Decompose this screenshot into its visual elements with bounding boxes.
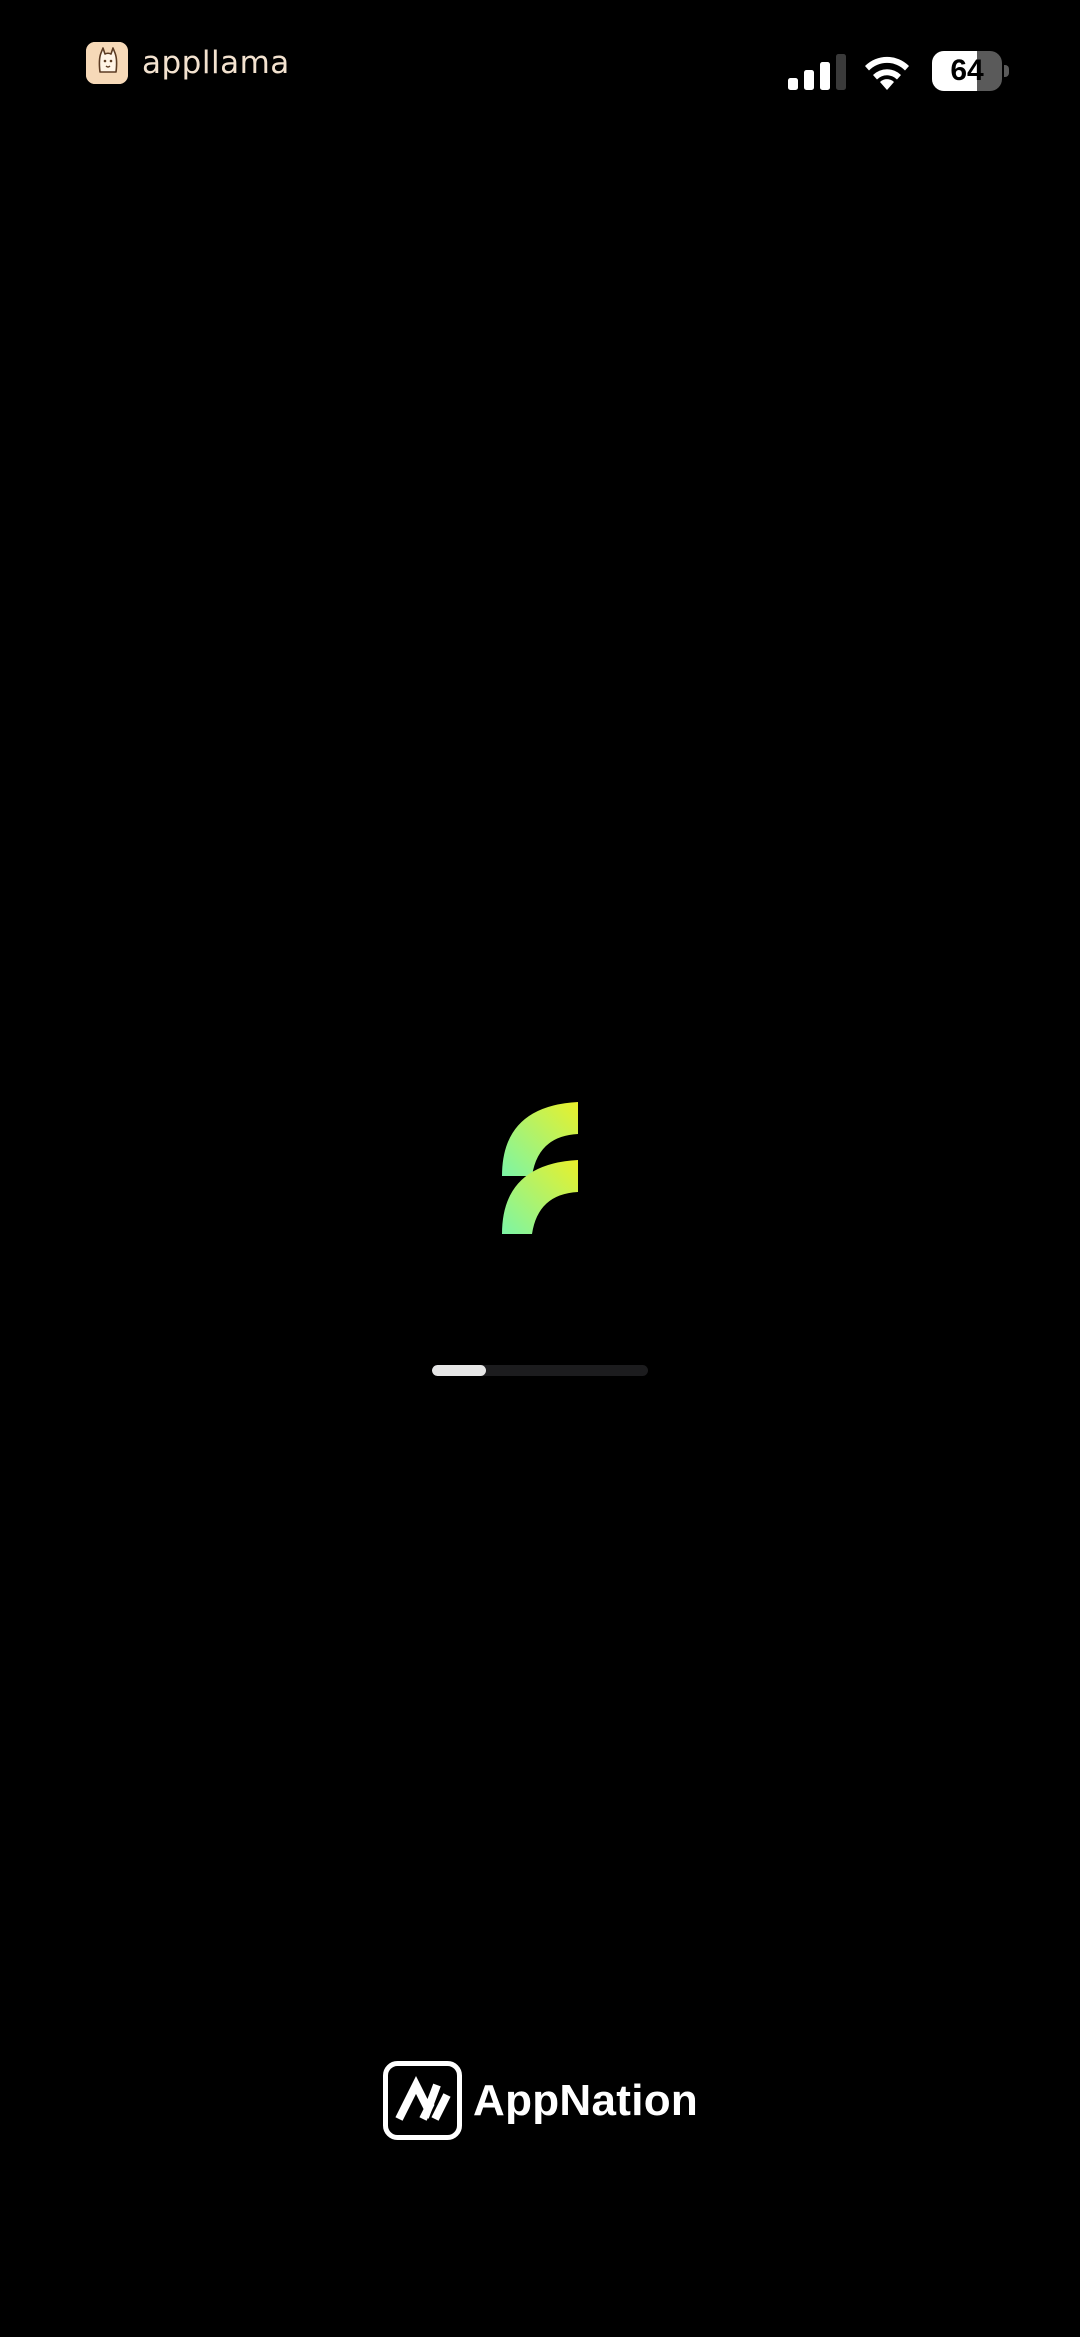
battery-tip <box>1004 65 1009 77</box>
appllama-watermark: appllama <box>86 42 290 84</box>
signal-bar <box>804 70 814 90</box>
llama-logo-icon <box>86 42 128 84</box>
loading-progress-bar <box>432 1365 648 1376</box>
battery-body: 64 <box>932 51 1002 91</box>
battery-indicator: 64 <box>932 51 1010 91</box>
cellular-signal-icon <box>788 54 846 90</box>
appnation-brand: AppNation <box>383 2061 698 2140</box>
battery-level: 64 <box>950 54 984 87</box>
watermark-text: appllama <box>142 45 290 81</box>
signal-bar <box>836 54 846 90</box>
appnation-logo-icon <box>383 2061 462 2140</box>
app-logo-icon <box>502 1102 578 1234</box>
signal-bar <box>788 78 798 90</box>
loading-progress-fill <box>432 1365 486 1376</box>
wifi-icon <box>865 56 909 90</box>
brand-name: AppNation <box>473 2075 699 2125</box>
status-bar: appllama 64 <box>0 0 1080 140</box>
signal-bar <box>820 62 830 90</box>
